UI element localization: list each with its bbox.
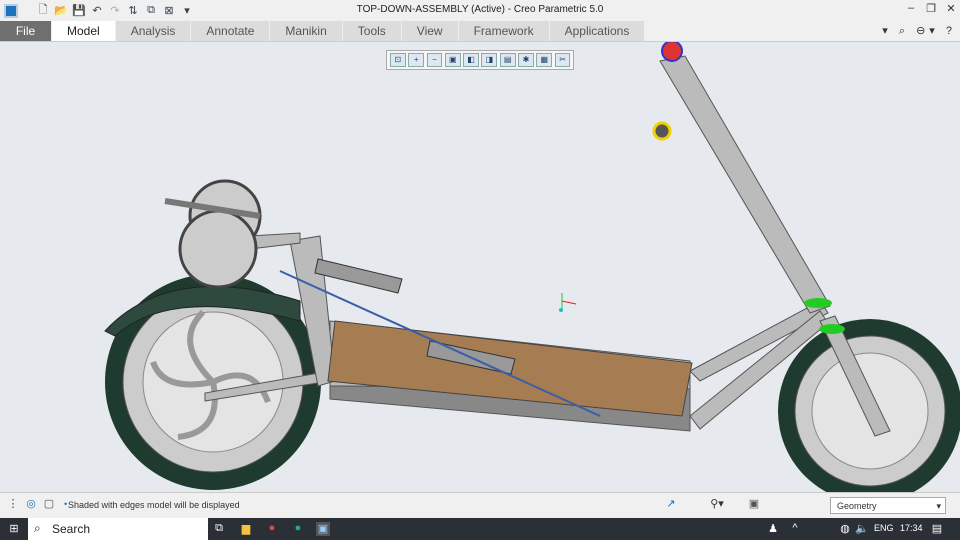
coordinate-axes xyxy=(559,293,577,312)
windows-start-icon[interactable]: ⊞ xyxy=(7,522,21,536)
status-bar: ⋮ ◎ ▢ • Shaded with edges model will be … xyxy=(0,492,960,518)
display-style-icon[interactable]: ◧ xyxy=(463,53,479,67)
minimize-button[interactable]: – xyxy=(902,2,920,18)
message-bullet-icon: • xyxy=(64,499,68,509)
tab-tools[interactable]: Tools xyxy=(342,21,402,41)
handlebar-end xyxy=(661,40,683,62)
new-file-icon[interactable]: 🗋 xyxy=(36,4,50,18)
close-button[interactable]: ✕ xyxy=(942,2,960,18)
refit-icon[interactable]: ⊡ xyxy=(390,53,406,67)
annotation-display-icon[interactable]: ▦ xyxy=(536,53,553,67)
open-folder-icon[interactable]: 📂 xyxy=(54,4,68,18)
tab-manikin[interactable]: Manikin xyxy=(270,21,343,41)
tab-analysis[interactable]: Analysis xyxy=(115,21,192,41)
redo-icon[interactable]: ↷ xyxy=(108,4,122,18)
selected-items-icon[interactable]: ▣ xyxy=(747,497,761,511)
taskbar-search[interactable]: ⌕ Search xyxy=(28,518,208,540)
battery-holder xyxy=(314,258,403,294)
network-icon[interactable]: ◍ xyxy=(838,522,852,536)
clock[interactable]: 17:34 xyxy=(900,523,923,533)
find-icon[interactable]: ⚲▾ xyxy=(710,497,724,511)
save-icon[interactable]: 💾 xyxy=(72,4,86,18)
tab-annotate[interactable]: Annotate xyxy=(191,21,271,41)
chevron-down-icon: ▾ xyxy=(936,501,941,511)
zoom-in-icon[interactable]: + xyxy=(408,53,425,67)
app-icon xyxy=(4,3,18,18)
tab-file[interactable]: File xyxy=(0,21,52,41)
selection-icon[interactable]: ↗ xyxy=(664,497,678,511)
clamp-ring xyxy=(804,298,832,308)
close-window-icon[interactable]: ⊠ xyxy=(162,4,176,18)
undo-icon[interactable]: ↶ xyxy=(90,4,104,18)
language-indicator[interactable]: ENG xyxy=(874,523,894,533)
selection-filter-dropdown[interactable]: Geometry ▾ xyxy=(830,497,946,514)
saved-orientations-icon[interactable]: ◨ xyxy=(481,53,498,67)
regenerate-icon[interactable]: ⇅ xyxy=(126,4,140,18)
notifications-icon[interactable]: ▤ xyxy=(930,522,944,536)
browser-icon[interactable]: ◎ xyxy=(24,497,38,511)
ribbon-tabs: File Model Analysis Annotate Manikin Too… xyxy=(0,21,960,41)
scooter-model xyxy=(104,40,960,503)
view-toolbar: ⊡ + − ▣ ◧ ◨ ▤ ✱ ▦ ✂ xyxy=(386,50,574,70)
volume-icon[interactable]: 🔈 xyxy=(855,522,869,536)
tab-view[interactable]: View xyxy=(401,21,459,41)
creo-taskbar-icon[interactable]: ▣ xyxy=(316,522,330,536)
search-label: Search xyxy=(52,522,91,536)
windows-icon[interactable]: ⧉ xyxy=(144,4,158,18)
taskbar: ⊞ ⌕ Search ⧉ ▆ ● ● ▣ ♟ ^ ◍ 🔈 ENG 17:34 ▤ xyxy=(0,518,960,540)
graphics-area[interactable] xyxy=(0,40,960,503)
tab-framework[interactable]: Framework xyxy=(458,21,550,41)
sprocket xyxy=(178,209,258,289)
tab-applications[interactable]: Applications xyxy=(549,21,646,41)
task-view-icon[interactable]: ⧉ xyxy=(212,522,226,536)
status-message: Shaded with edges model will be displaye… xyxy=(68,500,240,510)
tray-chevron-icon[interactable]: ^ xyxy=(788,522,802,536)
datum-display-icon[interactable]: ✱ xyxy=(518,53,534,67)
repaint-icon[interactable]: ▣ xyxy=(444,53,461,67)
view-manager-icon[interactable]: ▤ xyxy=(499,53,516,67)
edge-icon[interactable]: ● xyxy=(291,522,305,536)
navigator-icon[interactable]: ⋮ xyxy=(6,497,20,511)
ribbon-controls[interactable]: ▾ ⌕ ⊖▾ ? xyxy=(882,24,956,38)
restore-button[interactable]: ❐ xyxy=(922,2,940,18)
spin-center-icon[interactable]: ✂ xyxy=(554,53,571,67)
tab-model[interactable]: Model xyxy=(52,21,116,41)
fullscreen-icon[interactable]: ▢ xyxy=(42,497,56,511)
search-icon: ⌕ xyxy=(34,521,41,535)
selection-filter-value: Geometry xyxy=(837,501,877,511)
people-icon[interactable]: ♟ xyxy=(766,522,780,536)
customize-toolbar-icon[interactable]: ▾ xyxy=(180,4,194,18)
chrome-icon[interactable]: ● xyxy=(265,522,279,536)
handle-grip xyxy=(652,121,672,141)
title-bar: 🗋 📂 💾 ↶ ↷ ⇅ ⧉ ⊠ ▾ TOP-DOWN-ASSEMBLY (Act… xyxy=(0,0,960,21)
zoom-out-icon[interactable]: − xyxy=(426,53,443,67)
clamp-ring xyxy=(819,324,845,334)
file-explorer-icon[interactable]: ▆ xyxy=(239,522,253,536)
